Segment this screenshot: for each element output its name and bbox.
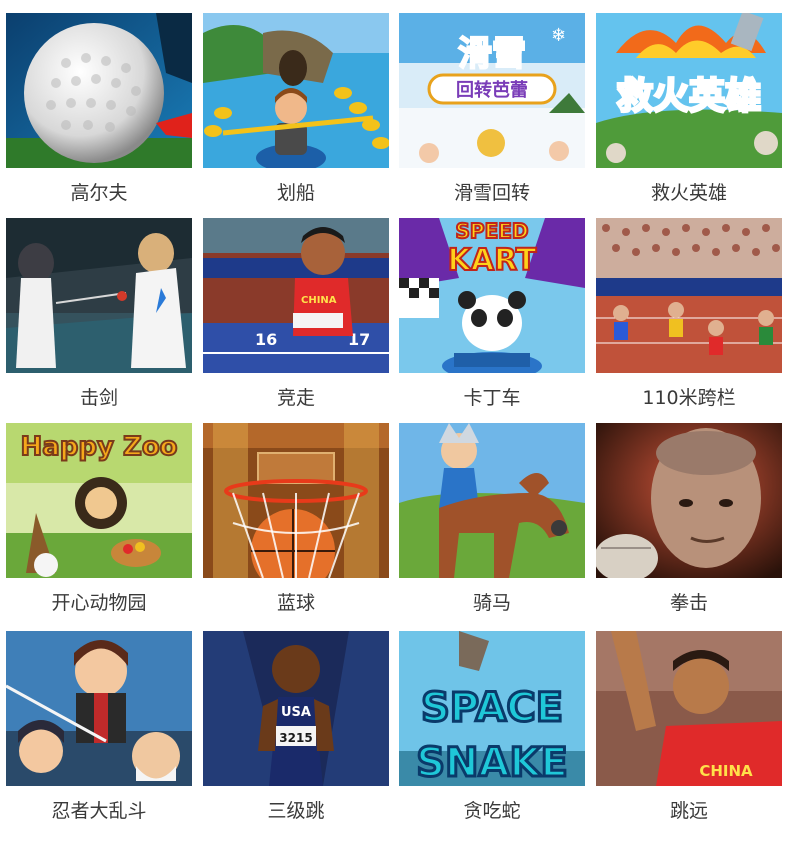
game-label-rowing: 划船 xyxy=(276,182,315,204)
game-card-golf[interactable]: 高尔夫 xyxy=(6,13,192,204)
firefighter-art: 救火英雄 xyxy=(596,13,782,168)
happy-zoo-art: Happy Zoo xyxy=(6,423,192,578)
long-jump-china-text: CHINA xyxy=(699,762,753,780)
game-card-ninja-brawl[interactable]: 忍者大乱斗 xyxy=(6,631,192,822)
game-label-space-snake: 贪吃蛇 xyxy=(463,800,521,822)
game-label-basketball: 蓝球 xyxy=(276,592,315,614)
firefighter-thumbnail[interactable]: 救火英雄 xyxy=(596,13,782,168)
game-label-golf: 高尔夫 xyxy=(70,182,128,204)
game-label-ninja-brawl: 忍者大乱斗 xyxy=(51,800,147,822)
happy-zoo-thumbnail[interactable]: Happy Zoo xyxy=(6,423,192,578)
game-card-basketball[interactable]: 蓝球 xyxy=(203,423,389,614)
game-card-happy-zoo[interactable]: Happy Zoo 开心动物园 xyxy=(6,423,192,614)
happy-zoo-art-text: Happy Zoo xyxy=(20,432,177,462)
long-jump-art: CHINA xyxy=(596,631,782,786)
boxing-art xyxy=(596,423,782,578)
triple-jump-bib-text: 3215 xyxy=(279,731,312,745)
game-label-triple-jump: 三级跳 xyxy=(267,800,325,822)
kart-art-kart: KART xyxy=(448,243,537,278)
triple-jump-usa-text: USA xyxy=(281,705,311,720)
game-label-happy-zoo: 开心动物园 xyxy=(51,592,147,614)
game-label-firefighter: 救火英雄 xyxy=(650,182,727,204)
golf-art xyxy=(6,13,192,168)
game-card-firefighter[interactable]: 救火英雄 救火英雄 xyxy=(596,13,782,204)
game-card-horse-riding[interactable]: 骑马 xyxy=(399,423,585,614)
kart-thumbnail[interactable]: SPEED KART xyxy=(399,218,585,373)
game-label-race-walk: 竞走 xyxy=(276,387,315,409)
game-label-kart: 卡丁车 xyxy=(463,387,521,409)
game-label-horse-riding: 骑马 xyxy=(472,592,511,614)
basketball-thumbnail[interactable] xyxy=(203,423,389,578)
long-jump-thumbnail[interactable]: CHINA xyxy=(596,631,782,786)
ninja-brawl-art xyxy=(6,631,192,786)
game-card-race-walk[interactable]: 16 17 CHINA 竞走 xyxy=(203,218,389,409)
hurdles-thumbnail[interactable] xyxy=(596,218,782,373)
game-label-boxing: 拳击 xyxy=(669,592,708,614)
game-label-ski-slalom: 滑雪回转 xyxy=(453,182,530,204)
game-card-triple-jump[interactable]: USA 3215 三级跳 xyxy=(203,631,389,822)
horse-riding-art xyxy=(399,423,585,578)
fencing-art xyxy=(6,218,192,373)
hurdles-art xyxy=(596,218,782,373)
race-walk-art: 16 17 CHINA xyxy=(203,218,389,373)
horse-riding-thumbnail[interactable] xyxy=(399,423,585,578)
space-snake-thumbnail[interactable]: SPACE SNAKE xyxy=(399,631,585,786)
ski-slalom-art-text: 滑雪 xyxy=(458,34,526,74)
game-card-fencing[interactable]: 击剑 xyxy=(6,218,192,409)
game-label-hurdles: 110米跨栏 xyxy=(642,387,736,409)
triple-jump-art: USA 3215 xyxy=(203,631,389,786)
ninja-brawl-thumbnail[interactable] xyxy=(6,631,192,786)
firefighter-art-text: 救火英雄 xyxy=(617,76,761,117)
rowing-thumbnail[interactable] xyxy=(203,13,389,168)
ski-slalom-art: 滑雪 回转芭蕾 ❄ xyxy=(399,13,585,168)
svg-text:❄: ❄ xyxy=(551,25,566,46)
rowing-art xyxy=(203,13,389,168)
game-label-long-jump: 跳远 xyxy=(669,800,708,822)
game-card-ski-slalom[interactable]: 滑雪 回转芭蕾 ❄ 滑雪回转 xyxy=(399,13,585,204)
ski-slalom-thumbnail[interactable]: 滑雪 回转芭蕾 ❄ xyxy=(399,13,585,168)
basketball-art xyxy=(203,423,389,578)
golf-thumbnail[interactable] xyxy=(6,13,192,168)
game-card-rowing[interactable]: 划船 xyxy=(203,13,389,204)
boxing-thumbnail[interactable] xyxy=(596,423,782,578)
kart-art-speed: SPEED xyxy=(456,219,529,243)
space-snake-art-snake: SNAKE xyxy=(416,740,568,786)
game-label-fencing: 击剑 xyxy=(79,387,118,409)
race-walk-thumbnail[interactable]: 16 17 CHINA xyxy=(203,218,389,373)
race-walk-china-text: CHINA xyxy=(301,295,337,306)
game-card-kart[interactable]: SPEED KART 卡丁车 xyxy=(399,218,585,409)
fencing-thumbnail[interactable] xyxy=(6,218,192,373)
svg-text:回转芭蕾: 回转芭蕾 xyxy=(456,79,528,101)
game-card-boxing[interactable]: 拳击 xyxy=(596,423,782,614)
race-walk-lane-16: 16 xyxy=(255,330,277,349)
game-card-space-snake[interactable]: SPACE SNAKE 贪吃蛇 xyxy=(399,631,585,822)
game-card-hurdles[interactable]: 110米跨栏 xyxy=(596,218,782,409)
space-snake-art-space: SPACE xyxy=(421,685,563,731)
game-grid: 高尔夫 划船 滑雪 回转芭蕾 ❄ 滑雪回转 救火英雄 救火英雄 击剑 16 17… xyxy=(0,0,790,848)
kart-art: SPEED KART xyxy=(399,218,585,373)
space-snake-art: SPACE SNAKE xyxy=(399,631,585,786)
game-card-long-jump[interactable]: CHINA 跳远 xyxy=(596,631,782,822)
triple-jump-thumbnail[interactable]: USA 3215 xyxy=(203,631,389,786)
